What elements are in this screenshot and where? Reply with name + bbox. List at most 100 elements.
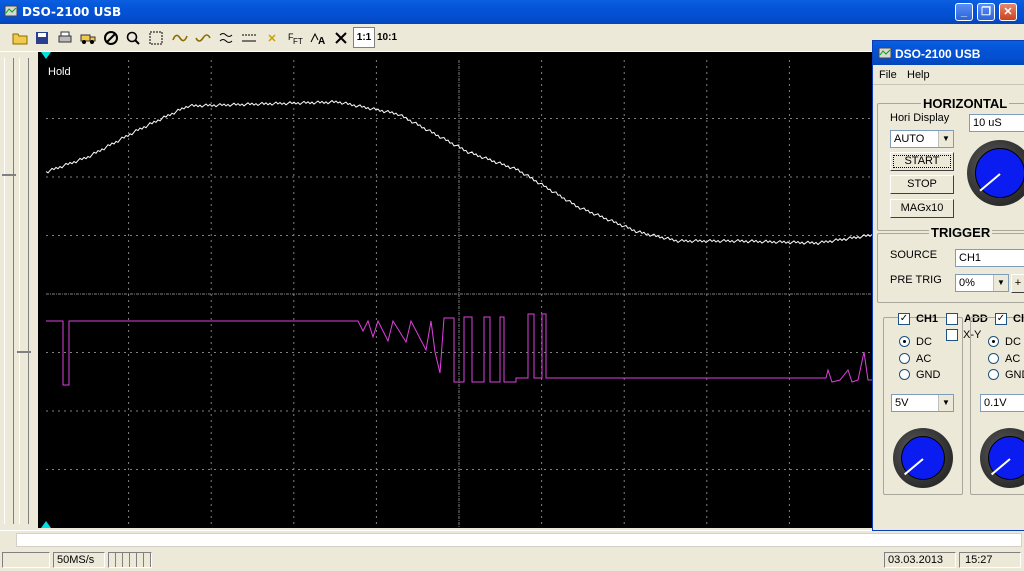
start-button[interactable]: START xyxy=(890,152,954,171)
pre-trig-label: PRE TRIG xyxy=(890,274,942,286)
svg-text:A: A xyxy=(318,36,325,46)
zoom-button[interactable] xyxy=(122,27,143,48)
timebase-knob[interactable] xyxy=(967,140,1024,206)
dashes-button[interactable] xyxy=(238,27,259,48)
ch2-volts-value: 0.1V xyxy=(984,397,1007,409)
toolbar: F FT A 1:1 10:1 xyxy=(0,24,1024,52)
trigger-title: TRIGGER xyxy=(929,225,993,240)
menu-help[interactable]: Help xyxy=(907,69,930,81)
panel-title: DSO-2100 USB xyxy=(895,47,981,61)
window-title: DSO-2100 USB xyxy=(22,5,122,19)
sine-wave-alt-icon xyxy=(195,34,211,42)
ratio-10-button[interactable]: 10:1 xyxy=(376,27,398,48)
panel-title-bar: DSO-2100 USB xyxy=(873,41,1024,65)
ch1-dc-label: DC xyxy=(916,336,932,348)
horizontal-scrollbar[interactable] xyxy=(0,530,1024,548)
truck-icon xyxy=(80,34,96,44)
pre-trig-value: 0% xyxy=(959,277,975,289)
ch1-checkbox[interactable]: ✓ xyxy=(898,313,910,325)
magnifier-icon xyxy=(126,31,140,45)
close-button[interactable]: ✕ xyxy=(999,3,1017,21)
open-button[interactable] xyxy=(9,27,30,48)
cursor-box-button[interactable] xyxy=(145,27,166,48)
ch2-offset-slider[interactable] xyxy=(19,58,29,524)
horizontal-title: HORIZONTAL xyxy=(921,96,1010,111)
app-window: DSO-2100 USB _ ❐ ✕ F FT A 1:1 10:1 Hold … xyxy=(0,0,1024,571)
ch2-dc-radio[interactable] xyxy=(988,336,999,347)
control-panel-window: DSO-2100 USB File Help HORIZONTAL Hori D… xyxy=(872,40,1024,531)
trigger-source-select[interactable]: CH1 xyxy=(955,249,1024,267)
ch1-dc-radio[interactable] xyxy=(899,336,910,347)
math-icon xyxy=(219,33,233,43)
autoset-button[interactable]: A xyxy=(307,27,328,48)
ch2-ac-label: AC xyxy=(1005,353,1021,365)
svg-text:FT: FT xyxy=(293,37,303,46)
ch1-ac-label: AC xyxy=(916,353,932,365)
chevron-down-icon: ▼ xyxy=(993,275,1008,291)
hori-display-label: Hori Display xyxy=(890,112,950,124)
status-date: 03.03.2013 xyxy=(884,552,956,568)
ch2-offset-handle[interactable] xyxy=(17,347,31,357)
hold-label: Hold xyxy=(48,66,71,78)
mag-x10-button[interactable]: MAGx10 xyxy=(890,199,954,218)
timebase-select[interactable]: 10 uS xyxy=(969,114,1024,132)
ch2-gnd-radio[interactable] xyxy=(988,369,999,380)
mark-button[interactable] xyxy=(261,27,282,48)
wave-button-2[interactable] xyxy=(192,27,213,48)
sample-rate: 50MS/s xyxy=(53,552,105,568)
ch2-checkbox[interactable]: ✓ xyxy=(995,313,1007,325)
wave-button-1[interactable] xyxy=(169,27,190,48)
sine-wave-icon xyxy=(172,34,188,42)
ch1-offset-handle[interactable] xyxy=(2,170,16,180)
xy-checkbox[interactable] xyxy=(946,329,958,341)
graticule xyxy=(46,60,872,528)
mode-select[interactable]: AUTO ▼ xyxy=(890,130,954,148)
minimize-button[interactable]: _ xyxy=(955,3,973,21)
source-label: SOURCE xyxy=(890,249,938,261)
status-bar: 50MS/s 03.03.2013 15:27 xyxy=(0,549,1024,571)
pre-trig-select[interactable]: 0% ▼ xyxy=(955,274,1009,292)
chevron-down-icon: ▼ xyxy=(938,395,953,411)
scroll-track[interactable] xyxy=(16,533,1022,547)
trigger-group xyxy=(877,233,1024,303)
title-bar: DSO-2100 USB _ ❐ ✕ xyxy=(0,0,1024,24)
trigger-source-value: CH1 xyxy=(959,252,982,264)
ch1-offset-slider[interactable] xyxy=(4,58,14,524)
trigger-position-marker[interactable] xyxy=(41,52,51,59)
stop-button[interactable]: STOP xyxy=(890,175,954,194)
app-icon xyxy=(878,47,892,59)
ch2-label: Cl xyxy=(1013,313,1024,325)
panel-menu-bar: File Help xyxy=(873,65,1024,85)
ch1-ac-radio[interactable] xyxy=(899,353,910,364)
cross-icon xyxy=(335,32,347,44)
print-button[interactable] xyxy=(54,27,75,48)
scope-area: Hold xyxy=(0,52,1024,530)
bottom-position-marker[interactable] xyxy=(41,521,51,528)
stop-button-tb[interactable] xyxy=(100,27,121,48)
small-x-icon xyxy=(268,34,276,42)
cross-button[interactable] xyxy=(330,27,351,48)
ch1-volts-knob[interactable] xyxy=(893,428,953,488)
ch1-volts-select[interactable]: 5V ▼ xyxy=(891,394,954,412)
status-empty-cell xyxy=(2,552,50,568)
mode-value: AUTO xyxy=(894,133,925,145)
waveform-display: Hold xyxy=(41,52,873,528)
truck-button[interactable] xyxy=(77,27,98,48)
math-button[interactable] xyxy=(215,27,236,48)
chevron-down-icon: ▼ xyxy=(938,131,953,147)
printer-icon xyxy=(58,31,72,43)
ch2-volts-select[interactable]: 0.1V xyxy=(980,394,1024,412)
ch1-gnd-radio[interactable] xyxy=(899,369,910,380)
ch1-label: CH1 xyxy=(916,313,939,325)
pre-trig-plus-button[interactable]: + xyxy=(1011,274,1024,293)
add-checkbox[interactable] xyxy=(946,313,958,325)
no-entry-icon xyxy=(104,31,118,45)
ch2-ac-radio[interactable] xyxy=(988,353,999,364)
fft-button[interactable]: F FT xyxy=(284,27,305,48)
menu-file[interactable]: File xyxy=(879,69,897,81)
ch2-dc-label: DC xyxy=(1005,336,1021,348)
scope-screen: Hold xyxy=(38,52,873,528)
save-button[interactable] xyxy=(31,27,52,48)
maximize-button[interactable]: ❐ xyxy=(977,3,995,21)
ratio-1-button[interactable]: 1:1 xyxy=(353,27,375,48)
